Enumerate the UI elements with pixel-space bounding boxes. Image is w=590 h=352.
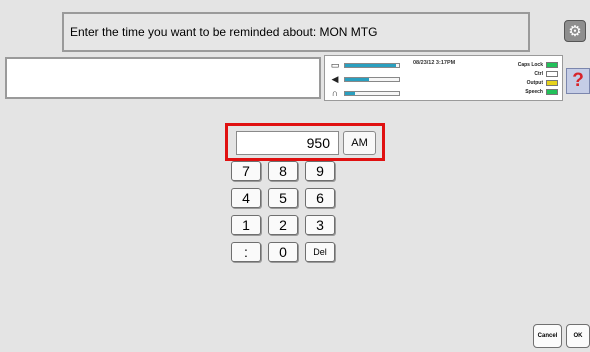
key-delete[interactable]: Del — [305, 242, 335, 262]
key-3[interactable]: 3 — [305, 215, 335, 235]
volume-meter — [344, 76, 400, 82]
cancel-button[interactable]: Cancel — [533, 324, 562, 348]
headphones-meter — [344, 90, 400, 96]
headphones-icon: ∩ — [331, 88, 339, 98]
key-4[interactable]: 4 — [231, 188, 261, 208]
indicator-speech: Speech — [488, 87, 558, 96]
indicator-output: Output — [488, 78, 558, 87]
prompt-text: Enter the time you want to be reminded a… — [70, 25, 378, 39]
calendar-meter — [344, 62, 400, 68]
time-entry-field[interactable]: 950 — [236, 131, 339, 155]
settings-gear-icon[interactable]: ⚙ — [564, 20, 586, 42]
indicator-box — [546, 88, 558, 95]
calendar-icon: ▭ — [330, 60, 340, 70]
status-panel: ▭ ◀ ∩ 08/23/12 3:17PM Caps Lock Ctrl Out… — [324, 55, 563, 101]
key-6[interactable]: 6 — [305, 188, 335, 208]
key-2[interactable]: 2 — [268, 215, 298, 235]
status-indicators: Caps Lock Ctrl Output Speech — [488, 60, 558, 96]
key-1[interactable]: 1 — [231, 215, 261, 235]
key-0[interactable]: 0 — [268, 242, 298, 262]
indicator-label: Ctrl — [534, 70, 543, 77]
indicator-label: Caps Lock — [517, 61, 543, 68]
message-text-area — [5, 57, 321, 99]
indicator-label: Output — [526, 79, 543, 86]
calendar-meter-row: ▭ — [330, 59, 400, 71]
indicator-box — [546, 61, 558, 68]
question-mark-icon: ? — [572, 70, 584, 91]
indicator-caps-lock: Caps Lock — [488, 60, 558, 69]
speaker-icon: ◀ — [331, 74, 339, 84]
key-8[interactable]: 8 — [268, 161, 298, 181]
ok-button[interactable]: OK — [566, 324, 590, 348]
indicator-box — [546, 70, 558, 77]
help-button[interactable]: ? — [566, 68, 590, 94]
prompt-bar: Enter the time you want to be reminded a… — [62, 12, 530, 52]
indicator-box — [546, 79, 558, 86]
speaker-meter-row: ◀ — [330, 73, 400, 85]
headphones-meter-row: ∩ — [330, 87, 400, 99]
am-pm-toggle-button[interactable]: AM — [343, 131, 376, 155]
key-7[interactable]: 7 — [231, 161, 261, 181]
indicator-ctrl: Ctrl — [488, 69, 558, 78]
key-5[interactable]: 5 — [268, 188, 298, 208]
key-colon[interactable]: : — [231, 242, 261, 262]
indicator-label: Speech — [525, 88, 543, 95]
status-datetime: 08/23/12 3:17PM — [413, 60, 456, 66]
key-9[interactable]: 9 — [305, 161, 335, 181]
